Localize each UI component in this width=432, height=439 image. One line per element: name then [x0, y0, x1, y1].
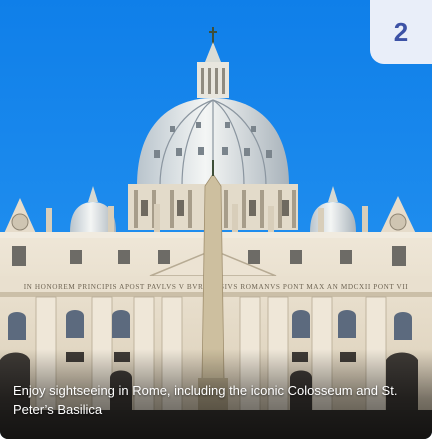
- photo-caption: Enjoy sightseeing in Rome, including the…: [13, 383, 398, 417]
- slide-number-badge: 2: [370, 0, 432, 64]
- slide-number: 2: [393, 16, 409, 47]
- photo-card[interactable]: IN HONOREM PRINCIPIS APOST PAVLVS V BVRG…: [0, 0, 432, 439]
